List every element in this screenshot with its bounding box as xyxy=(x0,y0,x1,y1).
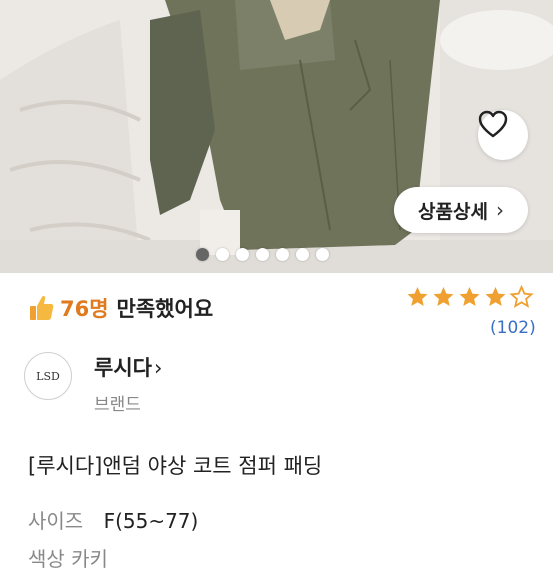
size-spec: 사이즈 F(55~77) xyxy=(28,505,198,534)
product-photo[interactable]: 상품상세 › xyxy=(0,0,553,273)
brand-name-link[interactable]: 루시다› xyxy=(94,352,162,382)
carousel-dot[interactable] xyxy=(216,248,229,261)
star-icon xyxy=(485,287,506,306)
product-title: [루시다]앤덤 야상 코트 점퍼 패딩 xyxy=(28,454,323,478)
carousel-dot[interactable] xyxy=(196,248,209,261)
satisfied-count: 76명 xyxy=(60,297,109,321)
product-detail-label: 상품상세 xyxy=(418,200,488,223)
thumbs-up-icon xyxy=(30,295,54,320)
size-value: F(55~77) xyxy=(103,509,199,533)
product-detail-button[interactable]: 상품상세 › xyxy=(394,187,528,233)
star-icon xyxy=(459,287,480,306)
brand-caption: 브랜드 xyxy=(94,395,141,415)
heart-icon xyxy=(478,110,508,138)
size-label: 사이즈 xyxy=(28,509,84,533)
satisfied-text: 만족했어요 xyxy=(116,297,214,321)
brand-logo[interactable]: LSD xyxy=(24,352,72,400)
carousel-dot[interactable] xyxy=(296,248,309,261)
carousel-dot[interactable] xyxy=(276,248,289,261)
star-icon xyxy=(433,287,454,306)
chevron-right-icon: › xyxy=(495,198,504,222)
carousel-indicator xyxy=(196,248,329,261)
carousel-dot[interactable] xyxy=(256,248,269,261)
satisfaction-summary: 76명 만족했어요 xyxy=(28,293,213,323)
star-rating xyxy=(405,285,535,309)
star-outline-icon xyxy=(509,285,534,308)
brand-logo-mark: LSD xyxy=(36,369,60,383)
star-icon xyxy=(407,287,428,306)
wishlist-button[interactable] xyxy=(478,110,528,160)
color-spec-partial: 색상 카키 xyxy=(28,547,108,571)
carousel-dot[interactable] xyxy=(236,248,249,261)
rating-widget[interactable]: (102) xyxy=(405,285,536,338)
carousel-dot[interactable] xyxy=(316,248,329,261)
review-count-link[interactable]: (102) xyxy=(490,318,536,338)
brand-name: 루시다 xyxy=(94,356,152,380)
chevron-right-icon: › xyxy=(153,356,163,380)
